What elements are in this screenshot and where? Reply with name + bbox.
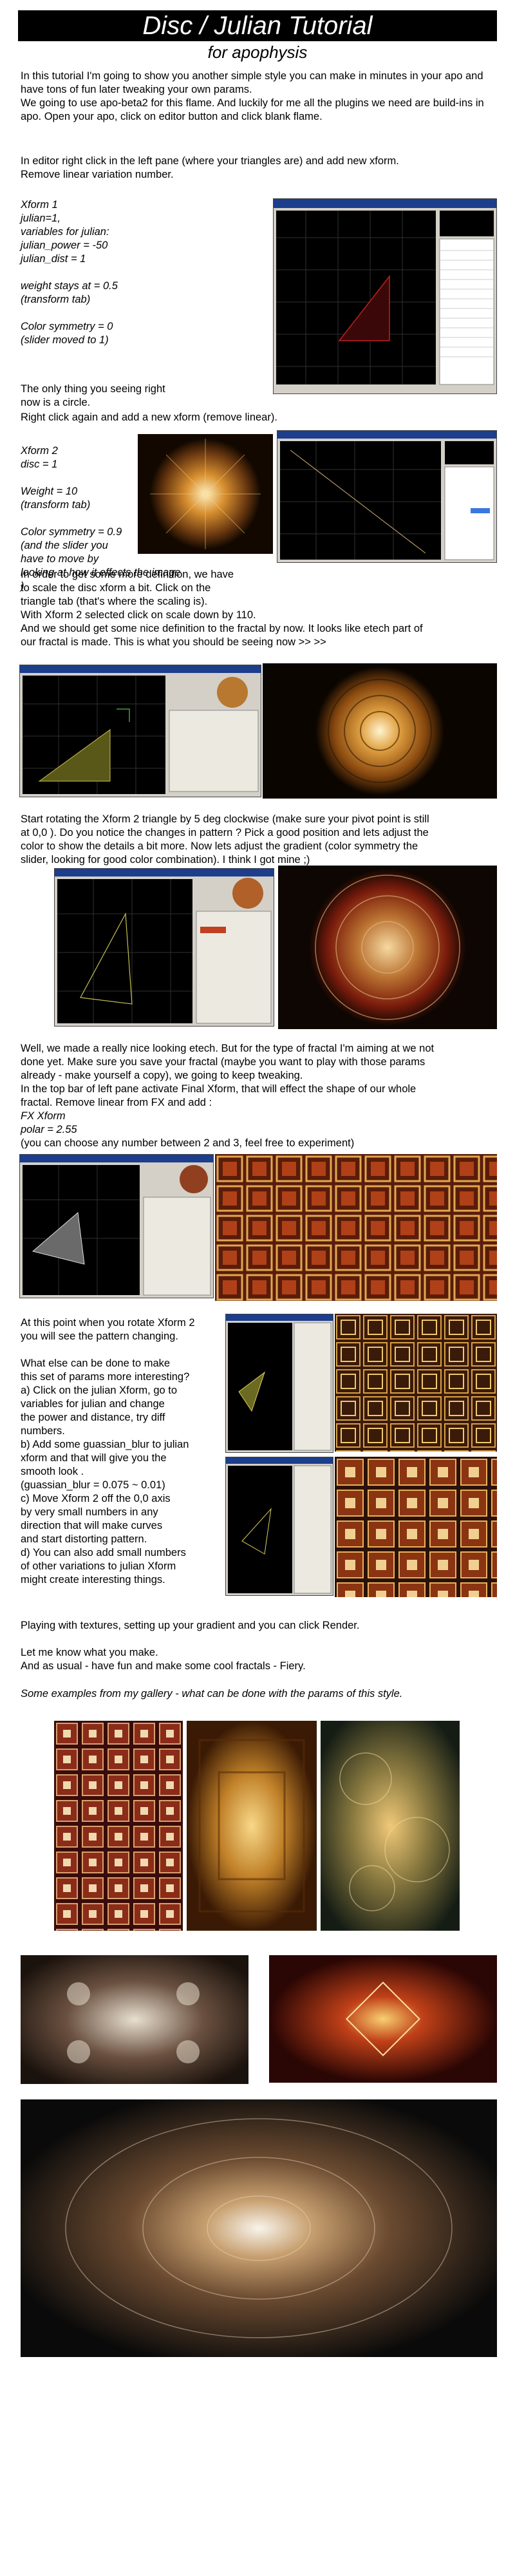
rotated-pattern-fractal-2 [335,1457,497,1597]
gallery-image-3 [321,1721,460,1931]
fx-note: (you can choose any number between 2 and… [21,1137,355,1149]
circle-note: The only thing you seeing right now is a… [21,383,165,408]
gallery-image-1 [54,1721,183,1931]
step3-text: In order to get some more definition, we… [21,569,423,648]
step4-text: Start rotating the Xform 2 triangle by 5… [21,813,429,866]
editor-window-graphic [274,199,496,385]
fx-params: FX Xform polar = 2.55 [21,1110,77,1135]
gallery-image-5 [269,1955,497,2083]
editor-screenshot-2 [277,430,497,563]
page-subtitle: for apophysis [207,43,308,62]
gallery-caption: Some examples from my gallery - what can… [21,1688,403,1700]
page-title: Disc / Julian Tutorial [18,10,497,41]
rotated-pattern-fractal-1 [335,1314,497,1452]
step6-text: At this point when you rotate Xform 2 yo… [21,1317,195,1586]
polar-fractal-image [215,1154,497,1301]
step1-text: In editor right click in the left pane (… [21,155,399,180]
editor-screenshot-5 [19,1154,214,1298]
etech-fractal-image [263,663,497,799]
editor-screenshot-6a [225,1314,333,1453]
outro-text: Playing with textures, setting up your g… [21,1620,360,1672]
step2-text: Right click again and add a new xform (r… [21,412,277,423]
gallery-image-6 [21,2099,497,2357]
editor-screenshot-6b [225,1457,333,1596]
intro-text: In this tutorial I'm going to show you a… [21,70,484,122]
editor-screenshot-4 [54,868,274,1027]
xform1-params: Xform 1 julian=1, variables for julian: … [21,199,118,346]
editor-screenshot-1 [273,198,497,394]
gallery-image-2 [187,1721,317,1931]
editor-screenshot-3 [19,665,261,797]
rotated-etech-fractal [278,866,497,1029]
circle-fractal-image [138,434,273,554]
step5-text: Well, we made a really nice looking etec… [21,1043,435,1108]
gallery-image-4 [21,1955,248,2084]
